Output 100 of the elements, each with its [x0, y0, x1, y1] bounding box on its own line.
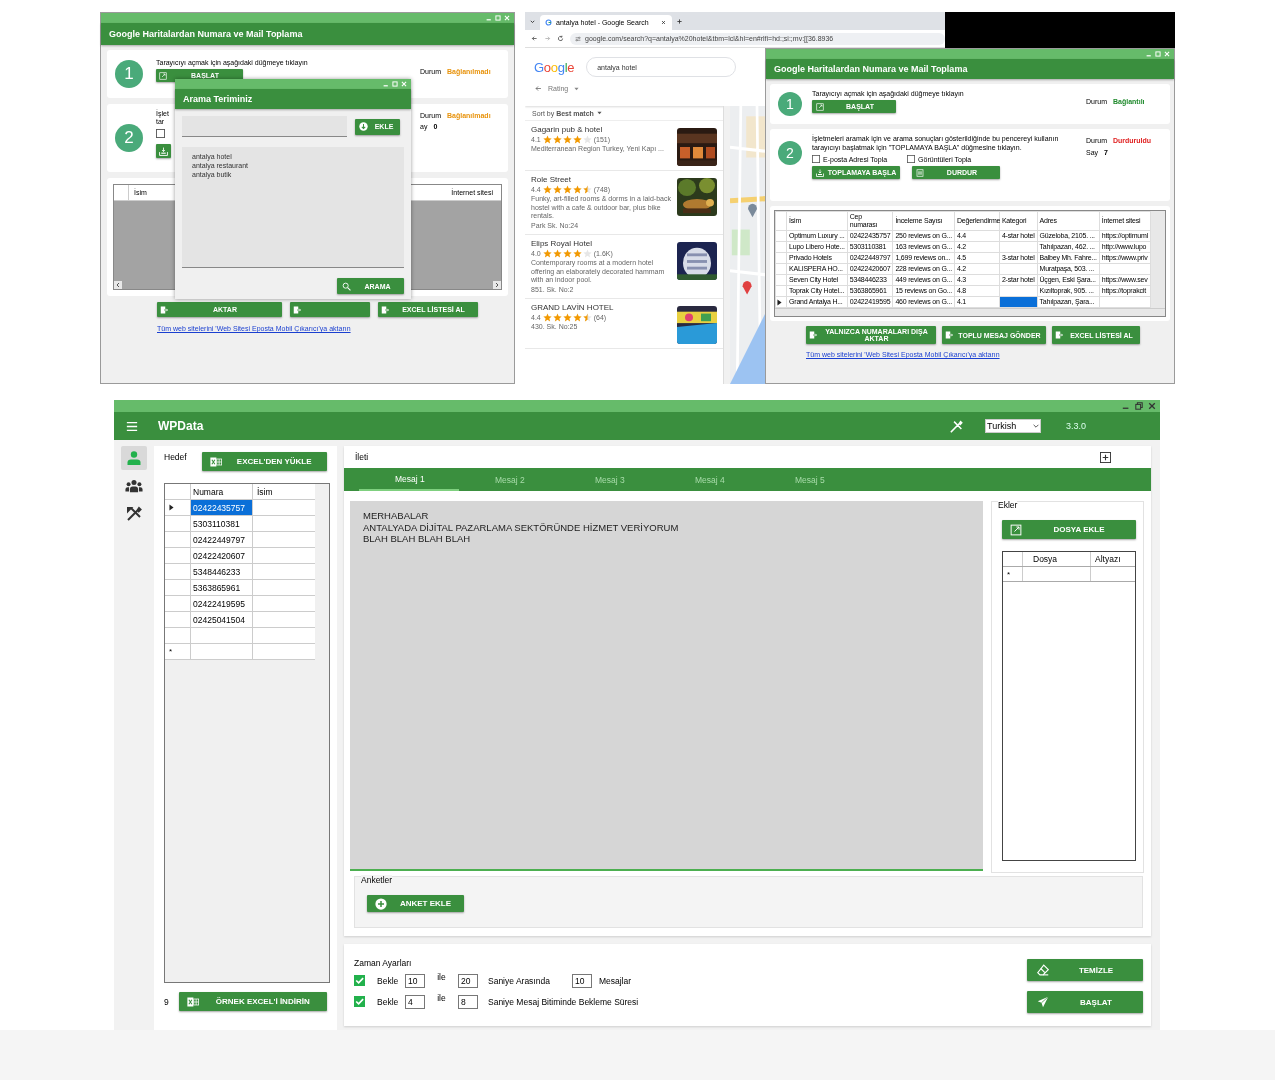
new-row-marker: * [169, 647, 173, 656]
table-cell: 5303110381 [191, 516, 253, 531]
close-icon[interactable] [1148, 402, 1156, 410]
table-cell: 02422419595 [191, 596, 253, 611]
star-icon [582, 185, 592, 194]
back-icon[interactable] [531, 35, 538, 42]
checkbox[interactable] [354, 996, 365, 1007]
message-button[interactable] [290, 302, 370, 317]
forward-icon[interactable] [544, 35, 551, 42]
column-header: İsim [256, 485, 274, 499]
star-icon [552, 135, 562, 144]
scroll-right-icon[interactable] [493, 281, 501, 289]
stop-icon [916, 168, 924, 177]
step-number: 1 [115, 60, 143, 88]
app-title: WPData [158, 419, 204, 433]
star-icon [552, 313, 562, 322]
person-icon [125, 450, 143, 466]
new-row-marker: * [1007, 569, 1011, 579]
wait-label: Bekle [377, 975, 400, 986]
row-pointer-icon [777, 298, 782, 306]
eraser-icon [1037, 964, 1049, 976]
menu-icon[interactable] [126, 420, 138, 432]
chevron-down-icon [1031, 422, 1040, 430]
star-icon [542, 313, 552, 322]
table-cell: 02422420607 [191, 548, 253, 563]
start-button[interactable]: BAŞLAT [1027, 991, 1143, 1013]
group-icon [125, 478, 143, 494]
download-sample-button[interactable]: ÖRNEK EXCEL'İ İNDİRİN [178, 992, 327, 1011]
document-arrow-icon [809, 331, 817, 339]
unit-label: Saniye Mesaj Bitiminde Bekleme Süresi [488, 996, 639, 1007]
external-link-icon [816, 102, 824, 111]
message-field[interactable]: MERHABALAR ANTALYADA DİJİTAL PAZARLAMA SEKTÖRÜNDE HİZMET VERİYORUM BLAH BLAH BLAH BLAH [350, 501, 983, 871]
back-icon[interactable] [535, 85, 542, 92]
download-icon [359, 122, 368, 131]
restore-icon[interactable] [1135, 402, 1143, 410]
language-select[interactable]: Turkish [984, 419, 1041, 433]
scrollbar[interactable] [775, 308, 1165, 316]
star-icon [552, 185, 562, 194]
seconds-field[interactable]: 10 [405, 973, 425, 988]
search-term-field[interactable] [182, 116, 347, 137]
document-arrow-icon [160, 305, 168, 314]
site-settings-icon [575, 35, 581, 42]
message-tab[interactable]: Mesaj 5 [759, 468, 859, 491]
external-link-icon [1010, 523, 1022, 536]
wait-label: Bekle [377, 996, 400, 1007]
star-icon [582, 249, 592, 258]
new-tab-icon[interactable] [676, 17, 683, 25]
column-header: Dosya [1023, 552, 1091, 566]
load-excel-button[interactable]: EXCEL'DEN YÜKLE [201, 452, 327, 471]
checkbox[interactable] [354, 975, 365, 986]
add-file-button[interactable]: DOSYA EKLE [1002, 520, 1136, 539]
add-poll-button[interactable]: ANKET EKLE [367, 895, 464, 912]
spreadsheet-icon [209, 455, 222, 468]
tray-icon [816, 168, 824, 177]
send-icon [1037, 996, 1049, 1008]
message-tab[interactable]: Mesaj 3 [559, 468, 659, 491]
unit-label: Saniye Arasında [488, 975, 550, 986]
scrollbar[interactable] [723, 106, 730, 384]
seconds-field[interactable]: 8 [458, 994, 478, 1009]
star-icon [562, 313, 572, 322]
place-name: GRAND LAVİN HOTEL [531, 303, 615, 312]
star-icon [562, 185, 572, 194]
step-number: 1 [778, 92, 802, 116]
clear-button[interactable]: TEMİZLE [1027, 959, 1143, 981]
table-cell: 02425041504 [191, 612, 253, 627]
caret-icon [596, 111, 602, 115]
row-pointer-icon [169, 504, 174, 511]
version-text: 3.3.0 [1065, 421, 1086, 431]
star-icon [582, 135, 592, 144]
reload-icon[interactable] [557, 35, 564, 42]
message-tab[interactable]: Mesaj 2 [459, 468, 559, 491]
document-arrow-icon [381, 305, 389, 314]
message-tab[interactable]: Mesaj 1 [359, 468, 459, 491]
checkbox[interactable] [907, 155, 916, 163]
place-name: Role Street [531, 175, 573, 184]
unit-label: Mesajlar [598, 975, 632, 986]
checkbox[interactable] [812, 155, 820, 163]
seconds-field[interactable]: 4 [405, 994, 425, 1009]
search-icon [342, 281, 351, 291]
message-count-field[interactable]: 10 [571, 973, 592, 988]
checkbox[interactable] [156, 129, 165, 138]
scrollbar[interactable] [1151, 211, 1165, 308]
seconds-field[interactable]: 20 [458, 973, 478, 988]
star-icon [562, 135, 572, 144]
spreadsheet-icon [186, 995, 199, 1008]
add-icon[interactable] [1100, 451, 1111, 463]
collect-button[interactable] [156, 144, 171, 158]
add-icon [375, 897, 387, 910]
favicon-icon [545, 19, 552, 26]
group-label: Anketler [361, 875, 393, 885]
message-tab[interactable]: Mesaj 4 [659, 468, 759, 491]
scroll-left-icon[interactable] [114, 281, 122, 289]
tray-icon [159, 146, 168, 156]
table-cell: 5363865961 [191, 580, 253, 595]
close-icon[interactable] [660, 19, 667, 26]
section-label: İleti [355, 452, 369, 462]
section-label: Hedef [164, 452, 187, 462]
tools-icon[interactable] [949, 419, 963, 433]
star-icon [562, 249, 572, 258]
group-label: Ekler [998, 500, 1018, 510]
